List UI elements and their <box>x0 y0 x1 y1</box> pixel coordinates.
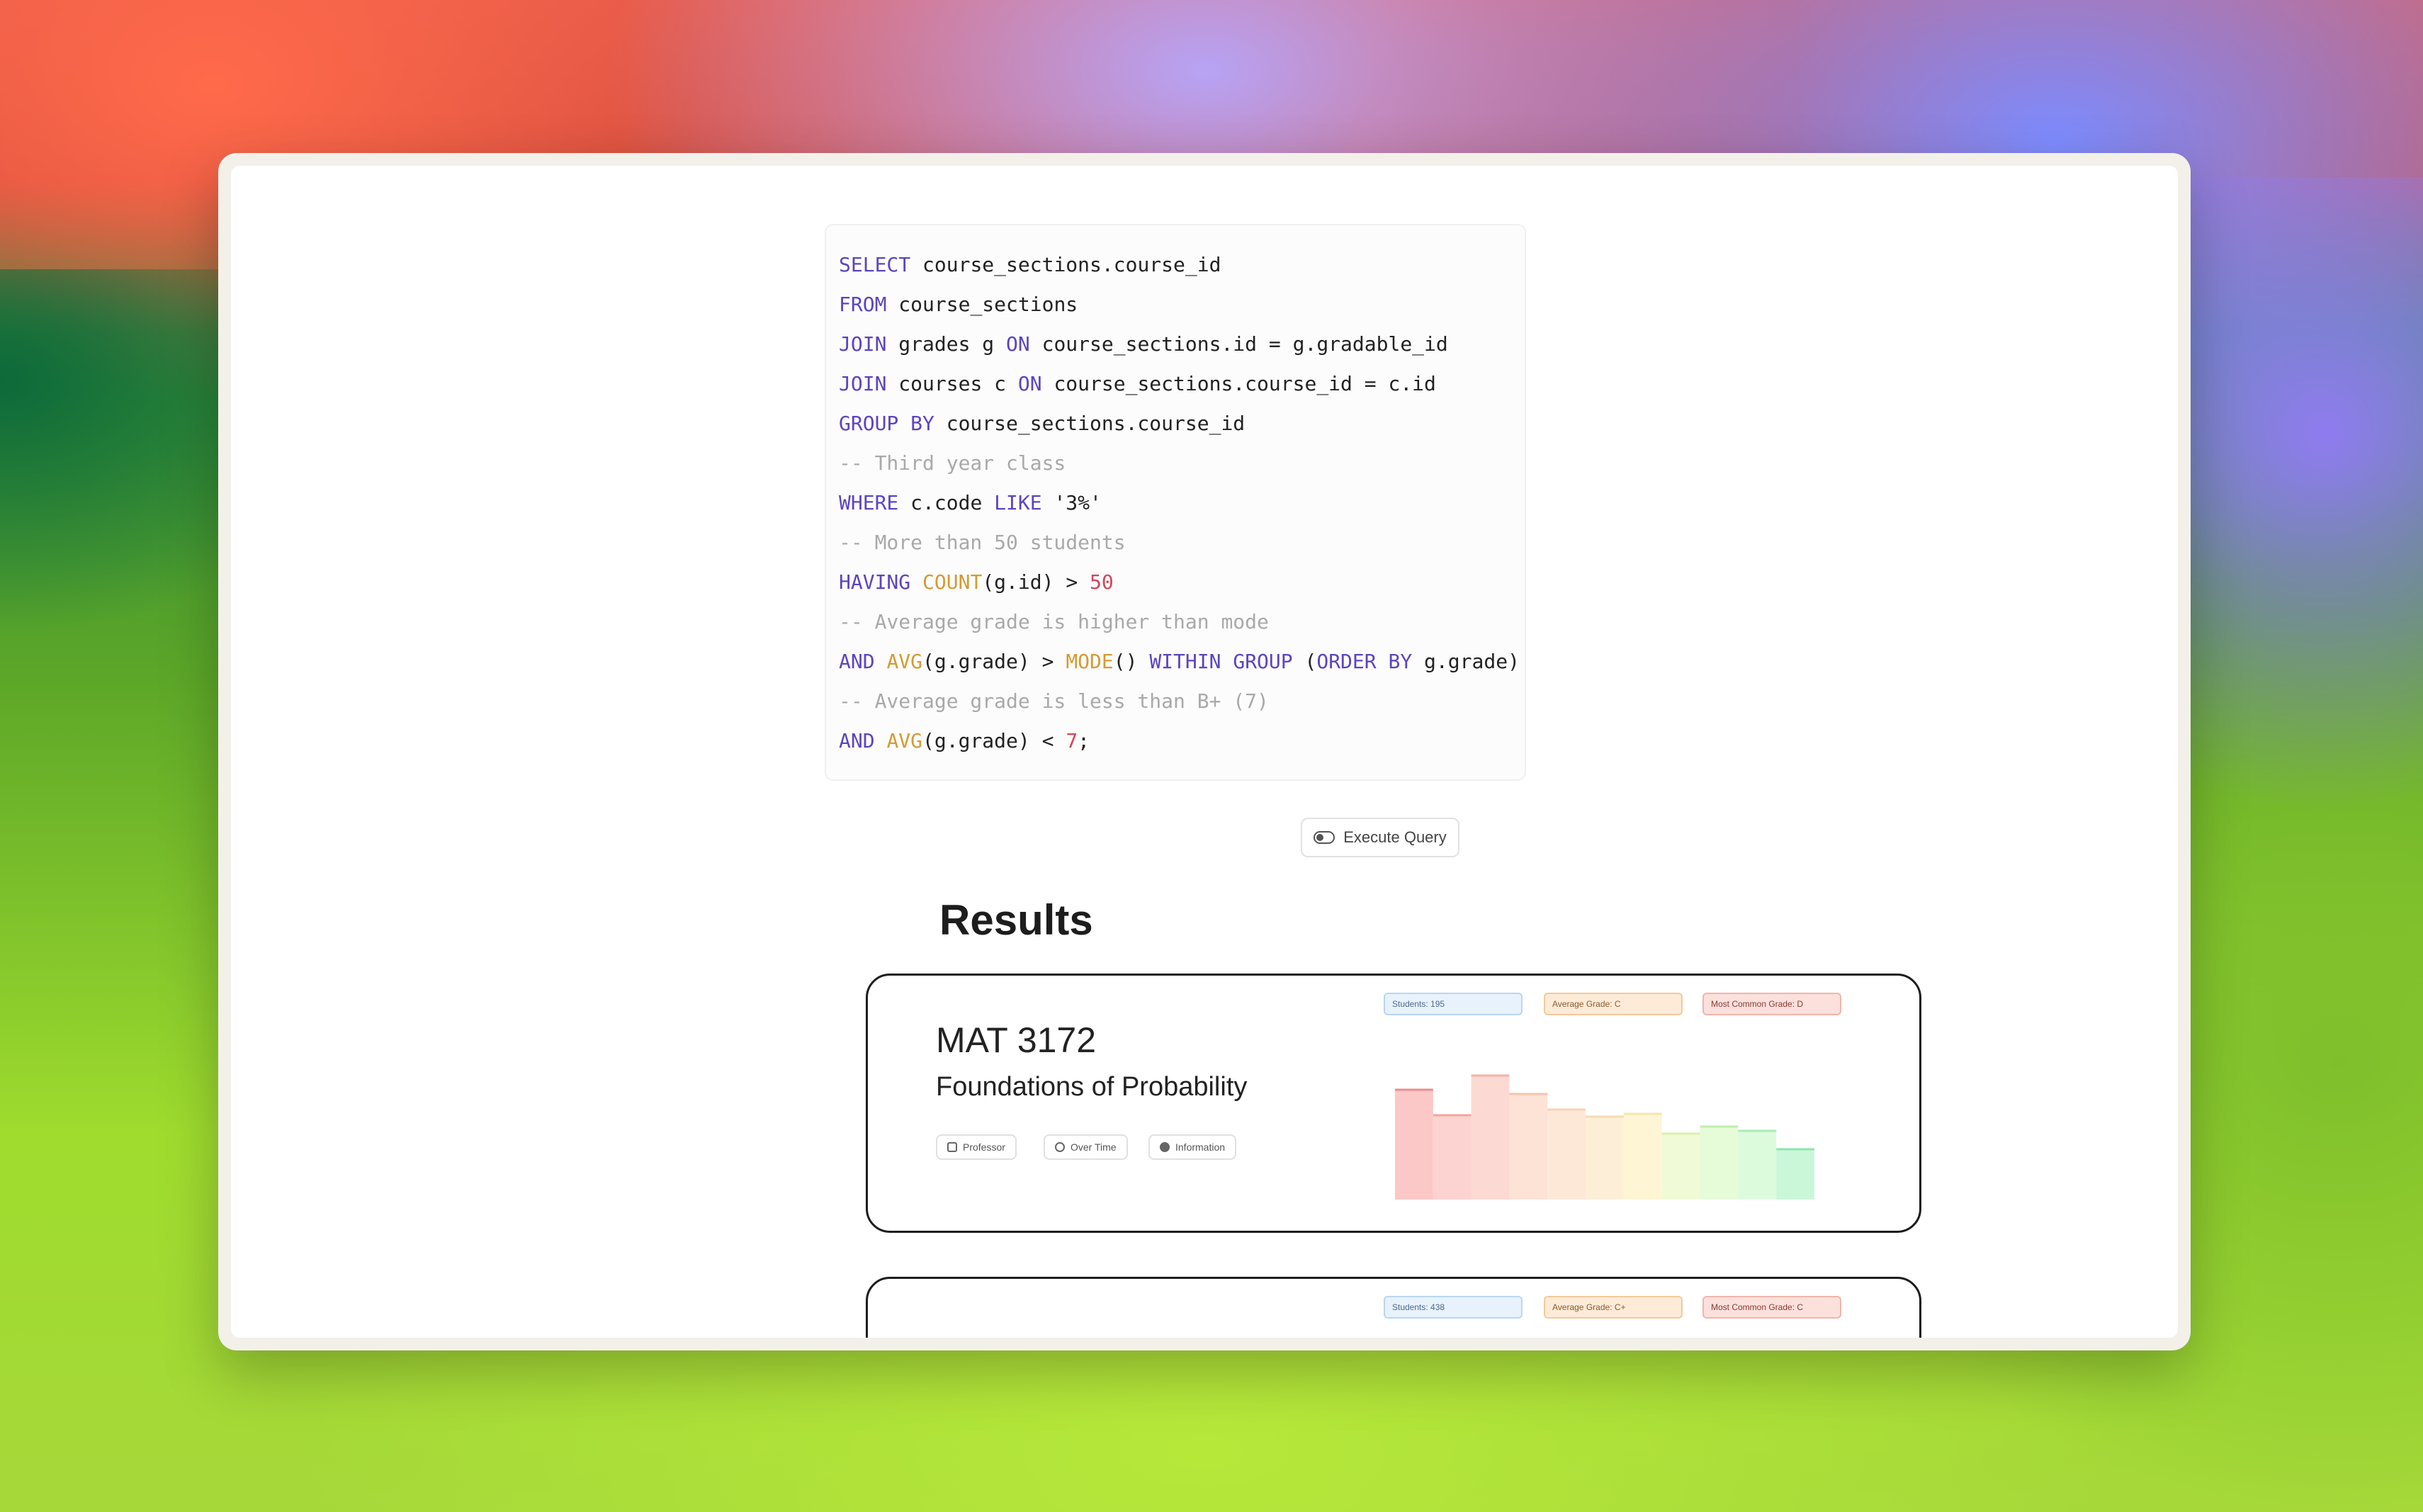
code-token: ( <box>1292 650 1317 673</box>
code-token: course_sections.course_id <box>934 412 1246 435</box>
students-badge: Students: 438 <box>1384 1296 1523 1319</box>
code-line: JOIN courses c ON course_sections.course… <box>839 364 1512 404</box>
app-window: SELECT course_sections.course_id FROM cou… <box>218 153 2191 1350</box>
distribution-bar <box>1509 1093 1548 1200</box>
code-token: 50 <box>1090 570 1114 594</box>
code-token: AND <box>839 729 875 752</box>
code-line: FROM course_sections <box>839 285 1512 325</box>
over-time-chip[interactable]: Over Time <box>1044 1134 1128 1160</box>
code-token: COUNT <box>922 570 983 594</box>
code-line: -- Average grade is higher than mode <box>839 602 1512 642</box>
distribution-bar <box>1776 1149 1814 1200</box>
code-line: HAVING COUNT(g.id) > 50 <box>839 563 1512 602</box>
code-token: course_sections.course_id = c.id <box>1041 372 1436 395</box>
code-token: -- Average grade is higher than mode <box>839 610 1269 633</box>
code-token: courses c <box>886 372 1018 395</box>
chip-label: Over Time <box>1071 1141 1117 1153</box>
average-grade-badge: Average Grade: C <box>1544 993 1683 1015</box>
distribution-bar <box>1586 1116 1624 1200</box>
code-token: ; <box>1078 729 1090 752</box>
code-token: WHERE <box>839 491 899 514</box>
code-line: SELECT course_sections.course_id <box>839 245 1512 285</box>
code-token: (g.id) > <box>982 570 1090 594</box>
toggle-icon <box>1314 831 1335 844</box>
code-token: AVG <box>886 729 923 752</box>
code-token: grades g <box>886 332 1007 356</box>
execute-query-label: Execute Query <box>1343 828 1447 846</box>
distribution-bar <box>1661 1133 1700 1200</box>
code-token: 7 <box>1066 729 1078 752</box>
professor-chip[interactable]: Professor <box>936 1134 1017 1160</box>
code-line: -- Average grade is less than B+ (7) <box>839 682 1512 721</box>
code-token: JOIN <box>839 332 887 356</box>
code-token: (g.grade) > <box>922 650 1066 673</box>
code-token: LIKE <box>994 491 1042 514</box>
code-line: -- More than 50 students <box>839 523 1512 563</box>
code-token: -- Third year class <box>839 451 1066 475</box>
distribution-bar <box>1700 1126 1739 1200</box>
code-token: ON <box>1017 372 1042 395</box>
course-code: MAT 3172 <box>936 1020 1097 1060</box>
info-icon <box>1160 1142 1170 1152</box>
chip-label: Professor <box>963 1141 1005 1153</box>
external-link-icon <box>947 1142 957 1152</box>
code-token: course_sections.id = g.gradable_id <box>1029 332 1448 356</box>
students-badge: Students: 195 <box>1384 993 1523 1015</box>
execute-query-button[interactable]: Execute Query <box>1301 818 1459 857</box>
code-token: course_sections.course_id <box>910 253 1221 276</box>
code-token: FROM <box>839 293 887 316</box>
code-token: AND <box>839 650 875 673</box>
result-card[interactable]: MAT 3172 Foundations of Probability Prof… <box>866 974 1921 1233</box>
code-token: -- More than 50 students <box>839 531 1126 554</box>
course-name: Foundations of Probability <box>936 1072 1248 1102</box>
code-line: JOIN grades g ON course_sections.id = g.… <box>839 325 1512 364</box>
code-token: '3%' <box>1041 491 1102 514</box>
code-token: c.code <box>898 491 995 514</box>
results-heading: Results <box>939 896 1093 944</box>
code-line: AND AVG(g.grade) < 7; <box>839 721 1512 761</box>
code-token: ON <box>1006 332 1030 356</box>
distribution-bar <box>1623 1113 1662 1200</box>
distribution-bar <box>1738 1130 1777 1200</box>
most-common-grade-badge: Most Common Grade: C <box>1702 1296 1841 1319</box>
code-token: () <box>1113 650 1150 673</box>
code-line: -- Third year class <box>839 444 1512 483</box>
code-line: WHERE c.code LIKE '3%' <box>839 483 1512 523</box>
distribution-bar <box>1547 1109 1586 1200</box>
distribution-bar <box>1471 1075 1510 1200</box>
information-chip[interactable]: Information <box>1148 1134 1237 1160</box>
code-token: GROUP BY <box>839 412 934 435</box>
result-card[interactable]: Students: 438 Average Grade: C+ Most Com… <box>866 1277 1921 1338</box>
code-token: HAVING <box>839 570 911 594</box>
distribution-bar <box>1433 1115 1472 1200</box>
code-token: course_sections <box>886 293 1078 316</box>
average-grade-badge: Average Grade: C+ <box>1544 1296 1683 1319</box>
code-line: GROUP BY course_sections.course_id <box>839 404 1512 444</box>
code-token: AVG <box>886 650 923 673</box>
grade-distribution-chart <box>1395 1074 1814 1200</box>
code-token: JOIN <box>839 372 887 395</box>
code-token: WITHIN GROUP <box>1149 650 1293 673</box>
code-line: AND AVG(g.grade) > MODE() WITHIN GROUP (… <box>839 642 1520 682</box>
most-common-grade-badge: Most Common Grade: D <box>1702 993 1841 1015</box>
code-token: (g.grade) < <box>922 729 1066 752</box>
code-token: MODE <box>1066 650 1114 673</box>
code-token: -- Average grade is less than B+ (7) <box>839 689 1269 713</box>
code-token: SELECT <box>839 253 911 276</box>
sql-query-editor[interactable]: SELECT course_sections.course_id FROM cou… <box>825 224 1526 781</box>
distribution-bar <box>1395 1089 1433 1200</box>
code-token: ORDER BY <box>1316 650 1413 673</box>
chip-label: Information <box>1175 1141 1226 1153</box>
window-content: SELECT course_sections.course_id FROM cou… <box>231 166 2178 1338</box>
code-token: g.grade) <box>1412 650 1520 673</box>
clock-icon <box>1055 1142 1065 1152</box>
